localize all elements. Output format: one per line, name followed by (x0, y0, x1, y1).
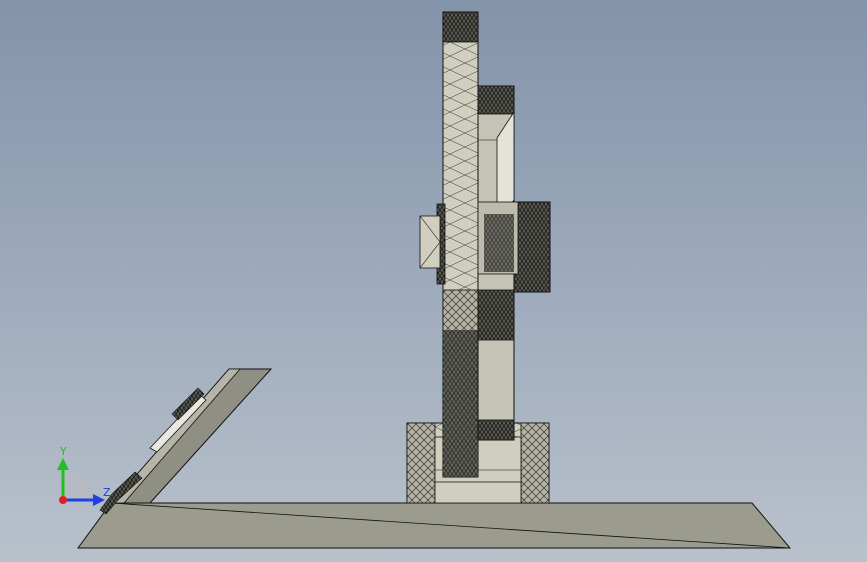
vertical-column (442, 11, 479, 478)
base-plate (77, 502, 792, 549)
y-axis-label: Y (59, 445, 67, 458)
shaft-collar (419, 203, 446, 285)
z-axis-label: Z (103, 486, 111, 499)
x-axis-icon (59, 496, 67, 504)
graphics-viewport[interactable]: Y Z (0, 0, 867, 562)
triad-plane-icon (63, 470, 93, 500)
inclined-support (99, 368, 273, 515)
coordinate-triad: Y Z (57, 445, 111, 506)
cad-model-view[interactable]: Y Z (0, 0, 867, 562)
